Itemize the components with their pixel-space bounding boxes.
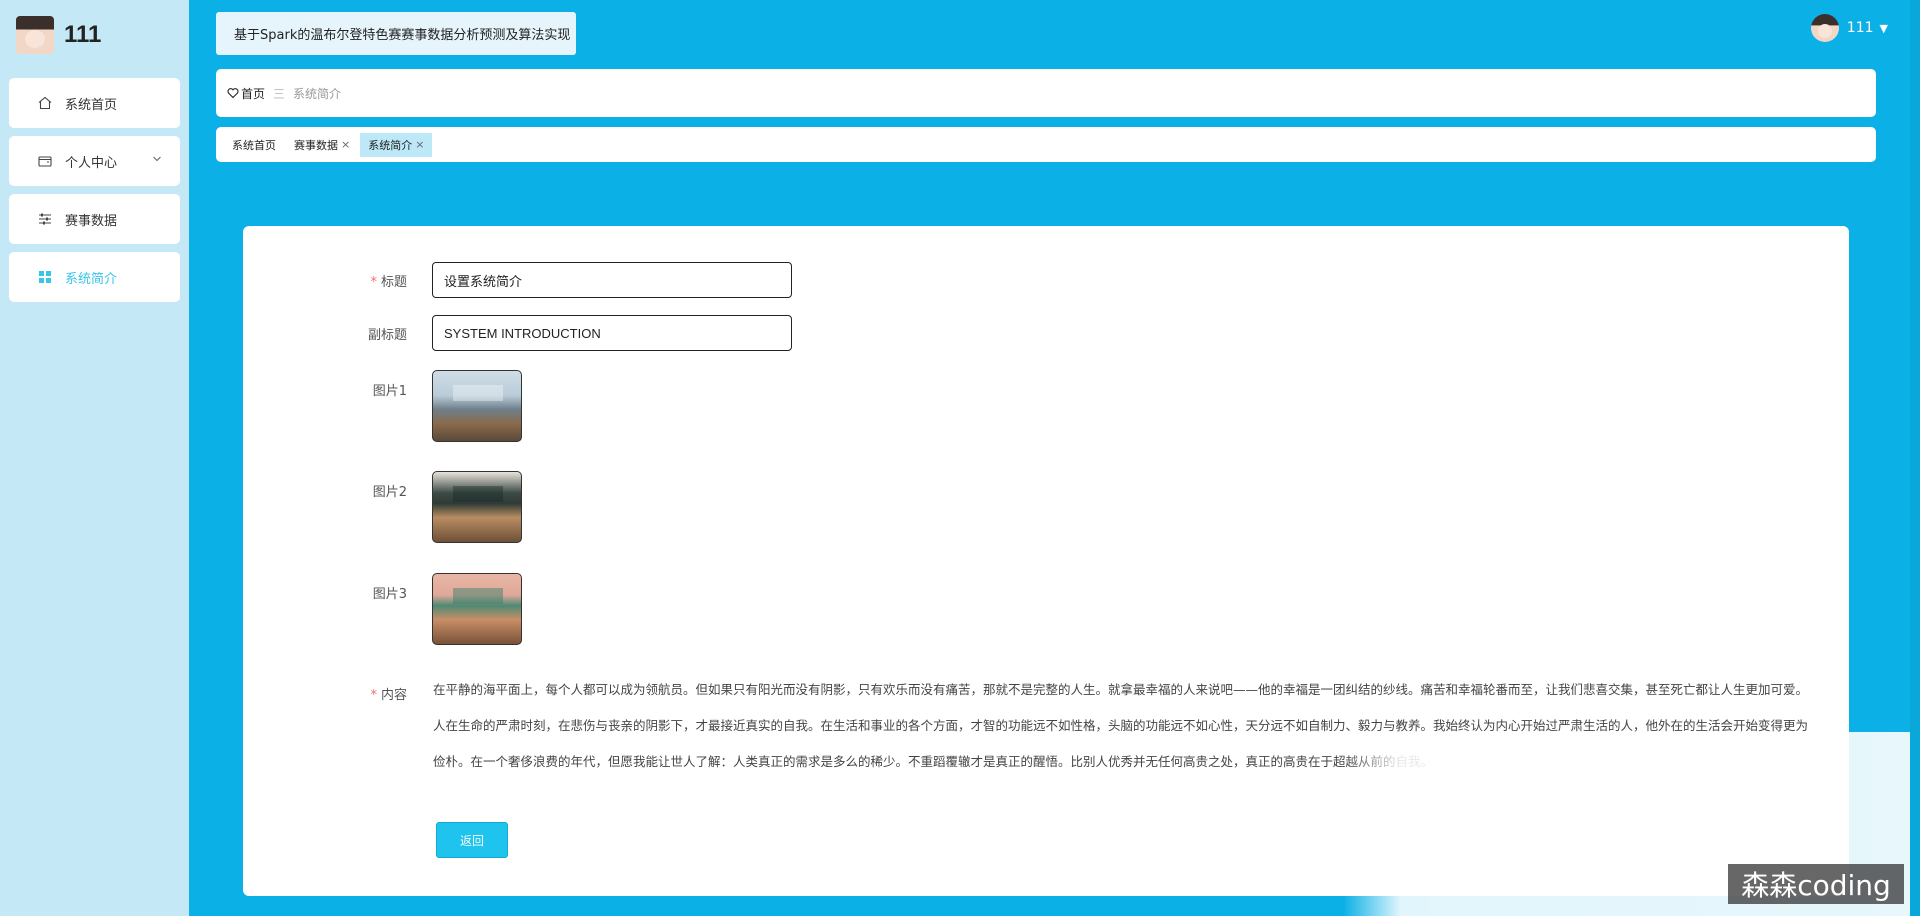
- image1-thumbnail[interactable]: [432, 370, 522, 442]
- sidebar-item-match-data[interactable]: 赛事数据: [9, 194, 180, 244]
- scrollbar[interactable]: [1910, 0, 1920, 916]
- sidebar-item-label: 赛事数据: [65, 213, 118, 229]
- close-icon[interactable]: ×: [341, 138, 350, 151]
- image1-label: 图片1: [372, 384, 407, 399]
- breadcrumb: 首页 三 系统简介: [216, 69, 1876, 117]
- image3-label: 图片3: [372, 587, 407, 602]
- heart-icon: [227, 88, 239, 99]
- title-label: * 标题: [370, 275, 407, 290]
- home-icon: [37, 95, 53, 111]
- watermark: 森森coding: [1728, 864, 1904, 904]
- brand-name: 111: [64, 21, 102, 48]
- sidebar-item-system-intro[interactable]: 系统简介: [9, 252, 180, 302]
- breadcrumb-home[interactable]: 首页: [227, 85, 265, 102]
- tab-match-data[interactable]: 赛事数据 ×: [286, 133, 358, 157]
- back-button[interactable]: 返回: [436, 822, 508, 858]
- sidebar: 111 系统首页 个人中心 赛事数据 系统简介: [0, 0, 189, 916]
- sidebar-item-label: 系统首页: [65, 97, 118, 113]
- subtitle-label: 副标题: [367, 328, 407, 343]
- sidebar-item-label: 系统简介: [65, 271, 118, 287]
- tab-home[interactable]: 系统首页: [224, 133, 284, 157]
- sidebar-item-home[interactable]: 系统首页: [9, 78, 180, 128]
- system-title: 基于Spark的温布尔登特色赛赛事数据分析预测及算法实现: [216, 12, 576, 55]
- subtitle-field[interactable]: SYSTEM INTRODUCTION: [432, 315, 792, 351]
- image2-thumbnail[interactable]: [432, 471, 522, 543]
- avatar: [1810, 14, 1839, 42]
- chevron-down-icon: [152, 153, 162, 168]
- image2-label: 图片2: [372, 485, 407, 500]
- caret-down-icon: ▼: [1879, 21, 1888, 35]
- title-field[interactable]: 设置系统简介: [432, 262, 792, 298]
- tabs-bar: 系统首页 赛事数据 × 系统简介 ×: [216, 127, 1876, 162]
- breadcrumb-separator: 三: [273, 86, 286, 101]
- sliders-icon: [37, 211, 53, 227]
- image3-thumbnail[interactable]: [432, 573, 522, 645]
- brand-avatar: [16, 16, 54, 54]
- content-label: * 内容: [370, 688, 407, 703]
- sidebar-item-label: 个人中心: [65, 155, 118, 171]
- sidebar-menu: 系统首页 个人中心 赛事数据 系统简介: [9, 78, 180, 310]
- user-menu[interactable]: 111 ▼: [1810, 14, 1888, 42]
- tab-label: 赛事数据: [294, 138, 338, 152]
- tab-label: 系统首页: [232, 138, 276, 152]
- sidebar-item-personal-center[interactable]: 个人中心: [9, 136, 180, 186]
- required-mark: *: [370, 275, 377, 290]
- brand: 111: [16, 16, 101, 54]
- close-icon[interactable]: ×: [415, 138, 424, 151]
- tab-label: 系统简介: [368, 138, 413, 152]
- tab-system-intro[interactable]: 系统简介 ×: [360, 132, 433, 157]
- grid-icon: [37, 269, 53, 285]
- wallet-icon: [37, 153, 53, 169]
- required-mark: *: [370, 688, 377, 703]
- breadcrumb-home-label: 首页: [241, 86, 266, 101]
- user-name: 111: [1846, 20, 1874, 36]
- content-line: 在平静的海平面上，每个人都可以成为领航员。但如果只有阳光而没有阴影，只有欢乐而没…: [433, 682, 1809, 697]
- breadcrumb-current: 系统简介: [293, 86, 342, 101]
